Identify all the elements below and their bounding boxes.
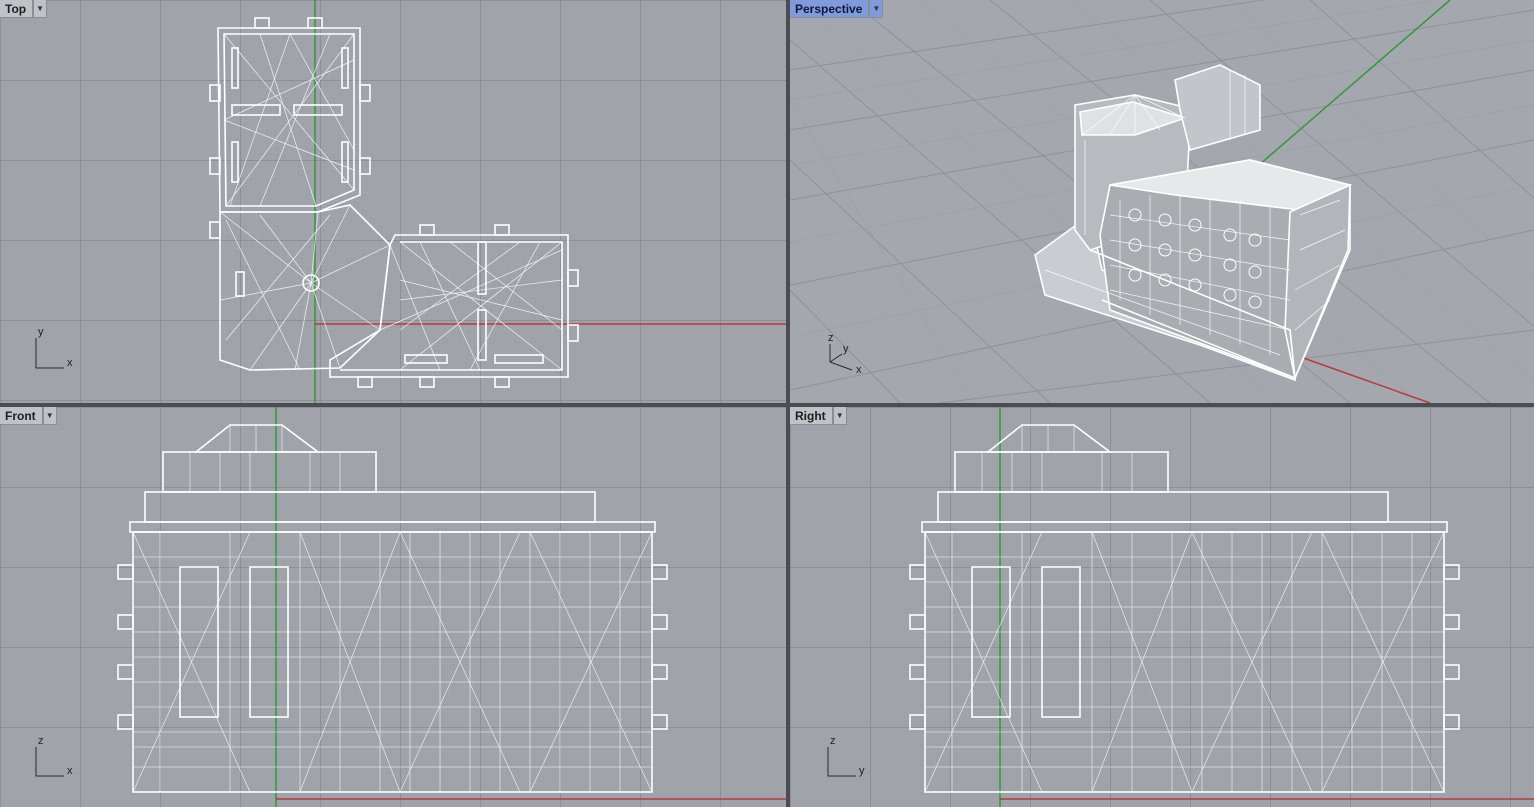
viewport-front[interactable]: Front ▼ z x: [0, 407, 786, 807]
viewport-top[interactable]: Top ▼ y x: [0, 0, 786, 403]
viewport-title[interactable]: Perspective: [790, 0, 870, 18]
axis-widget: y x: [30, 326, 80, 372]
axis-label-x: x: [67, 765, 73, 777]
right-view-wireframe: [909, 407, 1534, 807]
viewport-label-front[interactable]: Front ▼: [0, 407, 57, 425]
triangle-down-icon[interactable]: ▼: [33, 0, 48, 18]
triangle-down-icon[interactable]: ▼: [42, 407, 57, 425]
viewport-right[interactable]: Right ▼ z y: [790, 407, 1534, 807]
axis-label-y: y: [859, 765, 865, 777]
viewport-perspective[interactable]: Perspective ▼ z y x: [790, 0, 1534, 403]
axis-label-x: x: [67, 357, 73, 369]
viewport-label-top[interactable]: Top ▼: [0, 0, 48, 18]
viewport-title[interactable]: Right: [790, 407, 833, 425]
axis-widget: z x: [30, 735, 80, 781]
triangle-down-icon[interactable]: ▼: [869, 0, 884, 18]
viewport-title[interactable]: Front: [0, 407, 43, 425]
axis-widget: z y x: [822, 332, 872, 378]
viewport-label-perspective[interactable]: Perspective ▼: [790, 0, 884, 18]
viewport-label-right[interactable]: Right ▼: [790, 407, 847, 425]
axis-widget: z y: [822, 735, 872, 781]
axis-label-z: z: [828, 332, 834, 344]
triangle-down-icon[interactable]: ▼: [832, 407, 847, 425]
axis-label-x: x: [856, 364, 862, 376]
top-view-wireframe: [209, 0, 786, 403]
viewport-title[interactable]: Top: [0, 0, 34, 18]
perspective-view-wireframe: [790, 0, 1534, 403]
axis-label-z: z: [830, 735, 836, 747]
axis-label-y: y: [38, 326, 44, 338]
axis-label-z: z: [38, 735, 44, 747]
front-view-wireframe: [117, 407, 786, 807]
axis-label-y: y: [843, 343, 849, 355]
